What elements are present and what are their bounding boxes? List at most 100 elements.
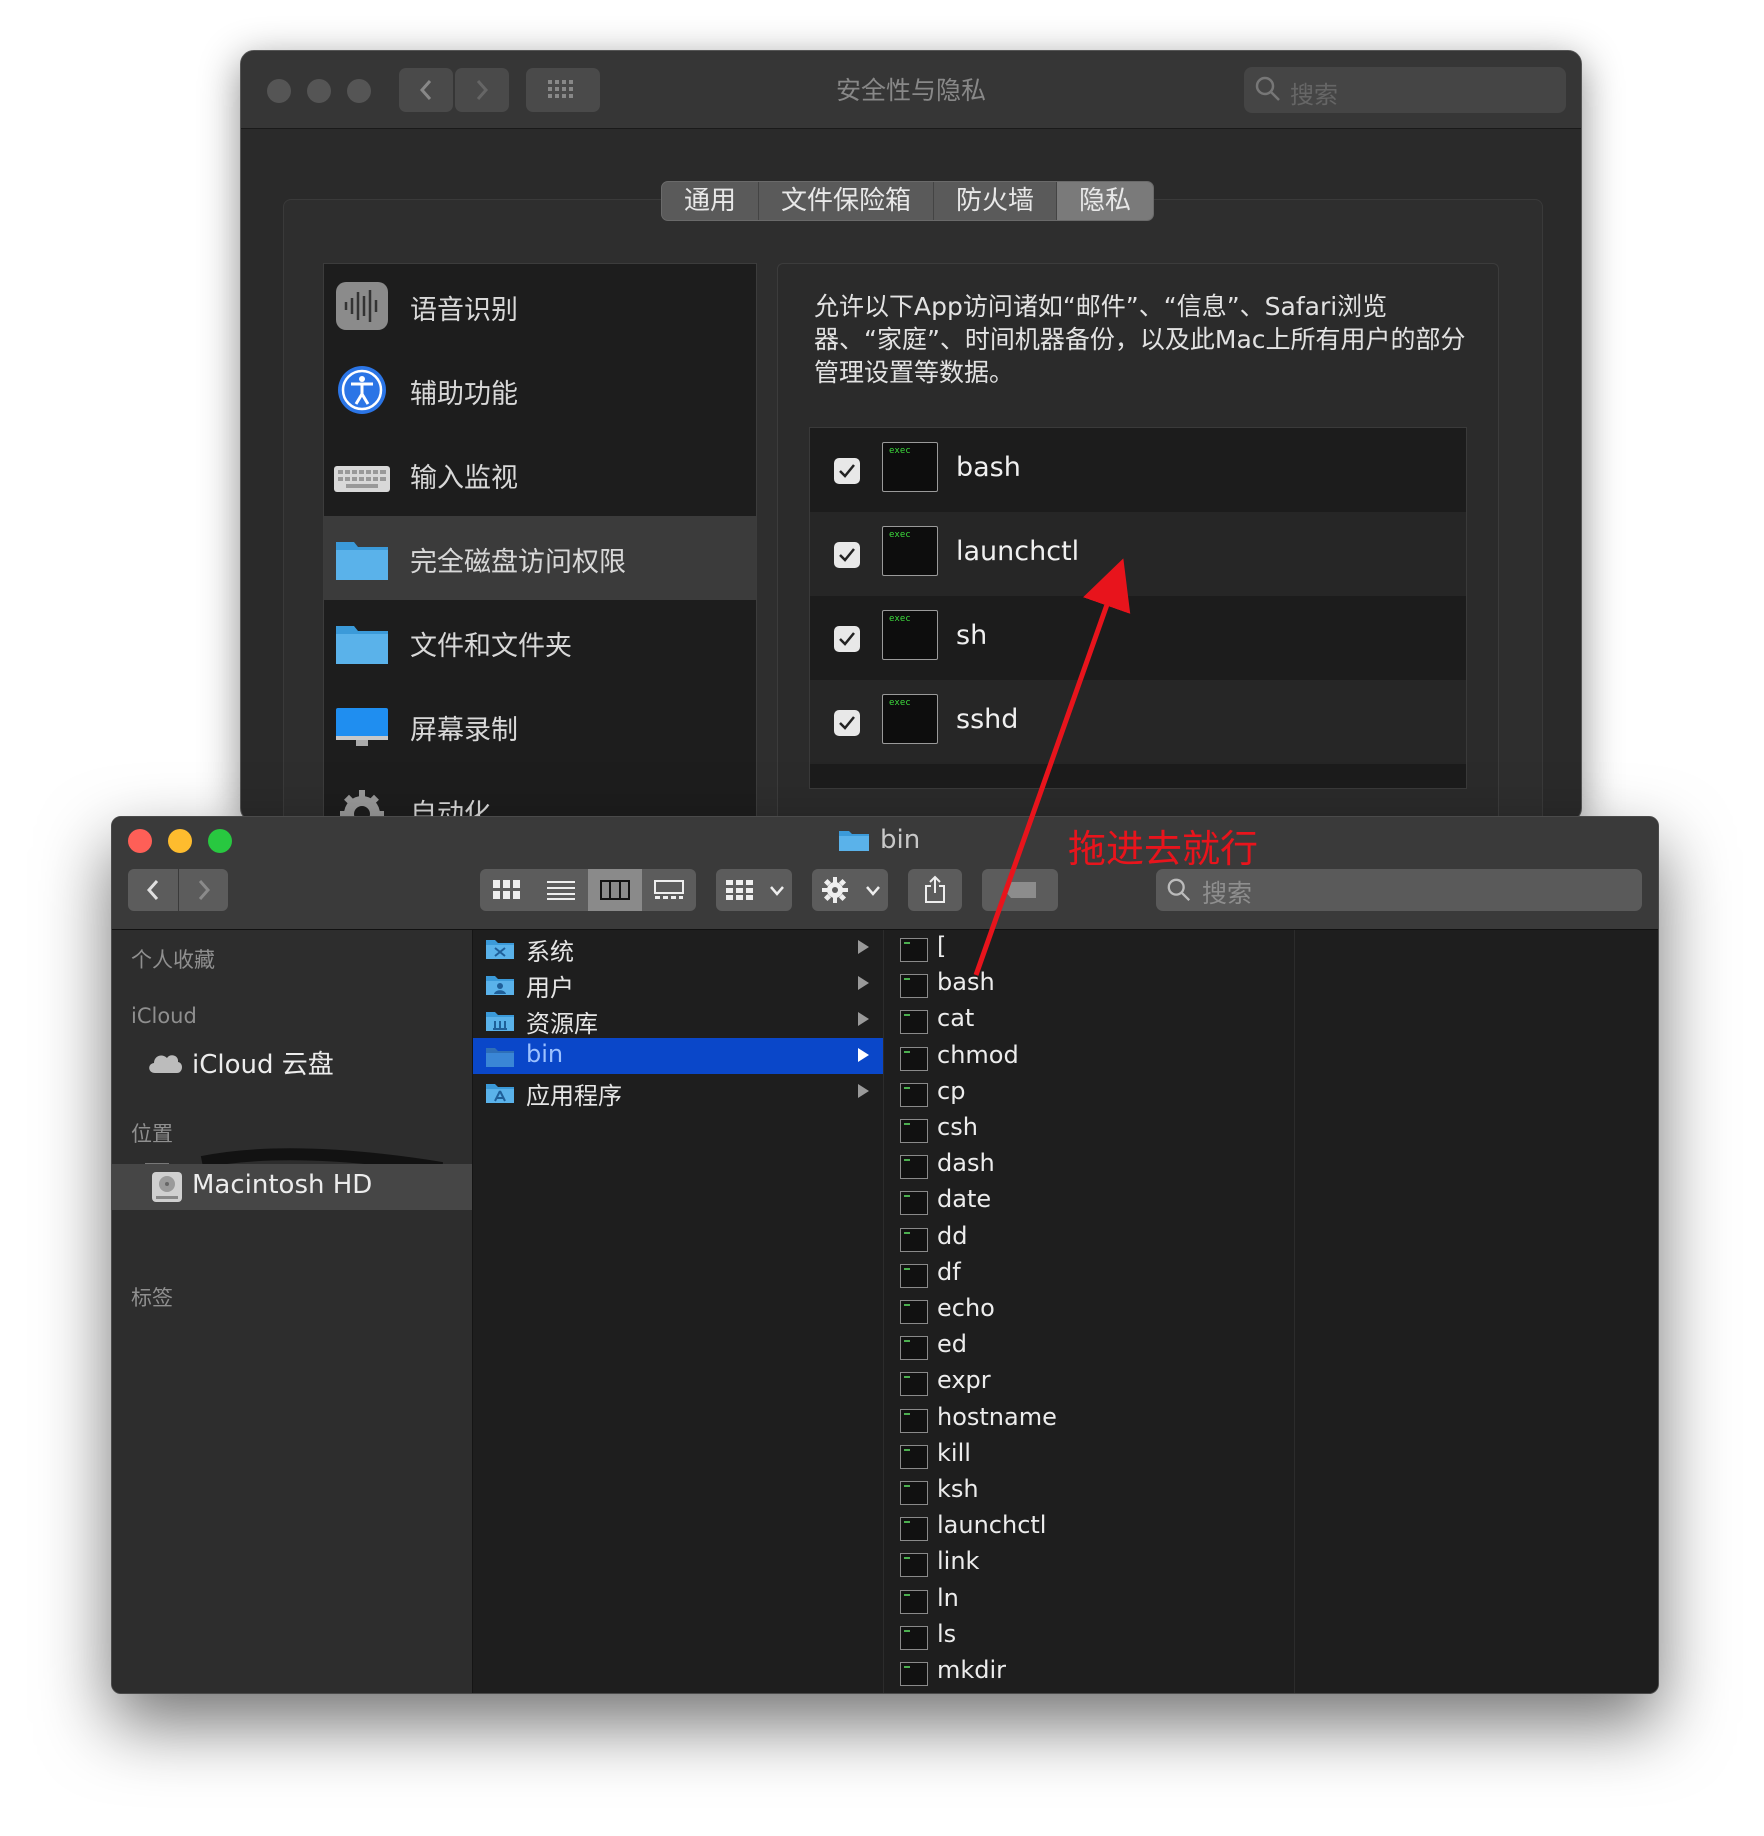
app-checkbox[interactable] — [834, 542, 860, 568]
app-checkbox[interactable] — [834, 710, 860, 736]
finder-column-root: 系统 用户 资源库 bin 应用程序 — [473, 930, 884, 1693]
folder-name: 系统 — [526, 938, 574, 966]
checkmark-icon — [839, 548, 855, 562]
app-row[interactable]: exec sh — [810, 596, 1466, 680]
finder-search-field[interactable]: 搜索 — [1156, 869, 1642, 911]
file-name: link — [937, 1547, 980, 1576]
tags-button[interactable] — [982, 869, 1058, 911]
finder-close-button[interactable] — [128, 829, 152, 853]
exec-file-icon — [900, 1082, 928, 1107]
file-row[interactable]: link — [884, 1545, 1294, 1581]
file-name: hostname — [937, 1402, 1057, 1431]
share-button[interactable] — [908, 869, 962, 911]
category-input-monitoring[interactable]: 输入监视 — [324, 432, 756, 516]
file-row[interactable]: ls — [884, 1618, 1294, 1654]
gallery-view-button[interactable] — [642, 869, 696, 911]
checkmark-icon — [839, 716, 855, 730]
icon-view-button[interactable] — [480, 869, 534, 911]
disclosure-arrow-icon — [858, 940, 869, 954]
file-row[interactable]: dd — [884, 1220, 1294, 1256]
disclosure-arrow-icon — [858, 1084, 869, 1098]
tab-general[interactable]: 通用 — [662, 182, 760, 220]
app-row[interactable]: exec sshd — [810, 680, 1466, 764]
finder-forward-button[interactable] — [178, 869, 229, 911]
tab-privacy[interactable]: 隐私 — [1057, 182, 1154, 220]
list-item[interactable]: 应用程序 — [473, 1074, 883, 1110]
file-row[interactable]: [ — [884, 930, 1294, 966]
file-name: ed — [937, 1330, 967, 1359]
tab-firewall[interactable]: 防火墙 — [934, 182, 1058, 220]
exec-file-icon — [900, 1227, 928, 1252]
pref-tab-bar: 通用 文件保险箱 防火墙 隐私 — [661, 181, 1155, 221]
app-name: sshd — [956, 704, 1019, 735]
app-name: bash — [956, 452, 1021, 483]
exec-file-icon — [900, 1481, 928, 1505]
sidebar-item-macintosh-hd[interactable]: Macintosh HD — [112, 1164, 472, 1210]
file-row[interactable]: mkdir — [884, 1654, 1294, 1690]
file-row[interactable]: expr — [884, 1364, 1294, 1400]
file-row[interactable]: bash — [884, 966, 1294, 1002]
column-view-button[interactable] — [588, 869, 642, 911]
sidebar-item-icloud-drive[interactable]: iCloud 云盘 — [112, 1038, 472, 1084]
privacy-detail-panel: 允许以下App访问诸如“邮件”、“信息”、Safari浏览器、“家庭”、时间机器… — [777, 263, 1499, 821]
exec-terminal-icon: exec — [882, 694, 938, 744]
file-row[interactable]: df — [884, 1256, 1294, 1292]
full-disk-access-app-list: exec bash exec launchctl exec sh exec ss… — [809, 427, 1467, 789]
app-row-partial[interactable] — [810, 764, 1466, 788]
gallery-view-icon — [654, 880, 684, 899]
exec-file-icon — [900, 1372, 928, 1397]
category-automation[interactable]: 自动化 — [324, 768, 756, 821]
list-item[interactable]: 用户 — [473, 966, 883, 1002]
file-name: ls — [937, 1619, 957, 1648]
exec-file-icon — [900, 1553, 928, 1578]
system-folder-icon — [486, 940, 514, 959]
chevron-down-icon — [770, 886, 784, 896]
app-checkbox[interactable] — [834, 626, 860, 652]
action-menu-button[interactable] — [812, 869, 888, 911]
category-files-and-folders[interactable]: 文件和文件夹 — [324, 600, 756, 684]
file-row[interactable]: chmod — [884, 1039, 1294, 1075]
app-row[interactable]: exec bash — [810, 428, 1466, 512]
file-row[interactable]: ksh — [884, 1473, 1294, 1509]
exec-icon-text: exec — [889, 614, 911, 624]
file-row[interactable]: date — [884, 1183, 1294, 1219]
category-screen-recording[interactable]: 屏幕录制 — [324, 684, 756, 768]
app-row[interactable]: exec launchctl — [810, 512, 1466, 596]
file-row[interactable]: csh — [884, 1111, 1294, 1147]
file-row[interactable]: ln — [884, 1582, 1294, 1618]
file-row[interactable]: cp — [884, 1075, 1294, 1111]
list-item[interactable]: 资源库 — [473, 1002, 883, 1038]
folder-icon — [336, 626, 388, 664]
category-full-disk-access[interactable]: 完全磁盘访问权限 — [324, 516, 756, 600]
finder-column-bin: [ bash cat chmod cp csh dash date dd df echo ed expr… — [884, 930, 1295, 1693]
tab-filevault[interactable]: 文件保险箱 — [759, 182, 935, 220]
file-row[interactable]: cat — [884, 1002, 1294, 1038]
file-name: df — [937, 1257, 961, 1286]
list-item[interactable]: 系统 — [473, 930, 883, 966]
finder-back-button[interactable] — [128, 869, 178, 911]
keyboard-icon — [334, 466, 390, 492]
list-view-button[interactable] — [534, 869, 588, 911]
display-icon — [336, 708, 388, 746]
file-row[interactable]: hostname — [884, 1401, 1294, 1437]
file-row[interactable]: launchctl — [884, 1509, 1294, 1545]
finder-zoom-button[interactable] — [208, 829, 232, 853]
exec-file-icon — [900, 1408, 928, 1433]
file-row[interactable]: dash — [884, 1147, 1294, 1183]
file-name: [ — [937, 932, 947, 960]
finder-minimize-button[interactable] — [168, 829, 192, 853]
category-accessibility[interactable]: 辅助功能 — [324, 348, 756, 432]
tag-icon — [1004, 882, 1036, 898]
group-by-button[interactable] — [716, 869, 792, 911]
file-row[interactable]: echo — [884, 1292, 1294, 1328]
category-speech-recognition[interactable]: 语音识别 — [324, 264, 756, 348]
list-item-selected[interactable]: bin — [473, 1038, 883, 1074]
file-row[interactable]: ed — [884, 1328, 1294, 1364]
exec-file-icon — [900, 1444, 928, 1469]
exec-file-icon — [900, 938, 928, 962]
search-icon — [1167, 878, 1191, 902]
file-name: csh — [937, 1113, 978, 1141]
file-row[interactable]: kill — [884, 1437, 1294, 1473]
app-checkbox[interactable] — [834, 458, 860, 484]
pref-search-field[interactable]: 搜索 — [1244, 67, 1566, 113]
